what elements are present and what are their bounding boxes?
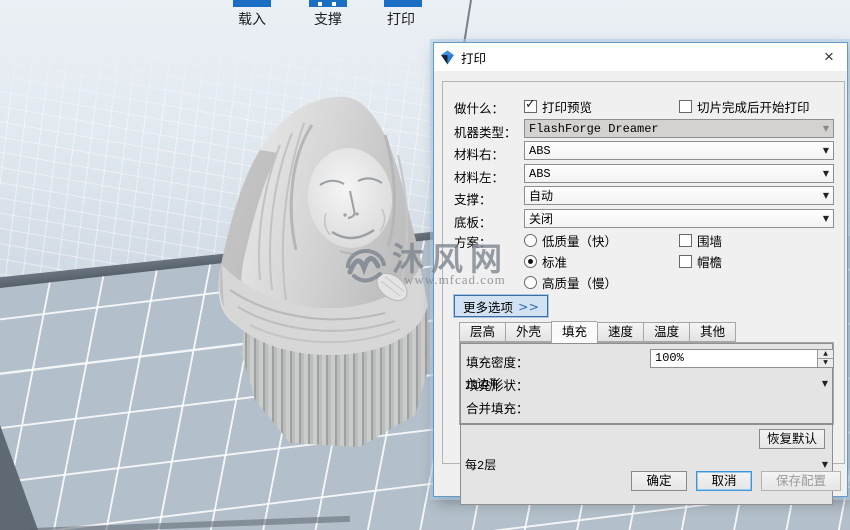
double-chevron-icon: >> — [518, 298, 539, 314]
chevron-down-icon: ▼ — [821, 379, 828, 388]
cancel-button[interactable]: 取消 — [696, 471, 752, 491]
chevron-down-icon: ▼ — [822, 146, 829, 155]
tab-temperature[interactable]: 温度 — [643, 322, 690, 342]
tab-infill[interactable]: 填充 — [551, 321, 598, 343]
flashprint-logo-icon — [441, 50, 454, 64]
supports-icon[interactable] — [309, 0, 347, 7]
scheme-standard-radio[interactable]: 标准 — [524, 252, 567, 271]
ok-button[interactable]: 确定 — [631, 471, 687, 491]
scheme-high-quality-radio[interactable]: 高质量（慢） — [524, 273, 617, 292]
material-right-label: 材料右： — [454, 148, 505, 162]
dialog-titlebar[interactable]: 打印 × — [434, 43, 847, 71]
toolbar: 载入 支撑 打印 — [0, 0, 850, 30]
wall-label: 围墙 — [697, 235, 723, 249]
machine-type-label: 机器类型： — [454, 126, 517, 140]
checkbox-box: ✓ — [524, 97, 537, 113]
tab-shell[interactable]: 外壳 — [505, 322, 552, 342]
chevron-down-icon: ▼ — [822, 214, 829, 223]
settings-tabs: 层高 外壳 填充 速度 温度 其他 — [459, 321, 737, 343]
wall-checkbox[interactable]: ✓ 围墙 — [679, 231, 722, 250]
raft-label: 底板： — [454, 216, 492, 230]
infill-density-label: 填充密度： — [466, 356, 529, 370]
toolbar-item-supports[interactable]: 支撑 — [298, 9, 358, 29]
load-icon[interactable] — [233, 0, 271, 7]
more-options-button[interactable]: 更多选项 >> — [454, 295, 548, 317]
combine-infill-label: 合并填充： — [466, 402, 529, 416]
scheme-high-quality-label: 高质量（慢） — [542, 277, 618, 291]
raft-dropdown[interactable]: 关闭 ▼ — [524, 209, 834, 228]
infill-shape-label: 填充形状： — [466, 379, 529, 393]
checkbox-box: ✓ — [679, 100, 692, 113]
print-dialog: 打印 × 做什么： ✓ 打印预览 ✓ 切片完成后开始打印 机器类型： Flash… — [433, 42, 848, 505]
spinner-up-icon[interactable]: ▲ — [818, 350, 833, 359]
toolbar-item-print[interactable]: 打印 — [371, 9, 431, 29]
toolbar-item-load[interactable]: 载入 — [222, 9, 282, 29]
machine-type-dropdown: FlashForge Dreamer ▼ — [524, 119, 834, 138]
material-right-dropdown[interactable]: ABS ▼ — [524, 141, 834, 160]
tab-layer-height[interactable]: 层高 — [459, 322, 506, 342]
brim-label: 帽檐 — [697, 256, 723, 270]
what-label: 做什么： — [454, 102, 505, 116]
supports-dropdown[interactable]: 自动 ▼ — [524, 186, 834, 205]
material-left-dropdown[interactable]: ABS ▼ — [524, 164, 834, 183]
brim-checkbox[interactable]: ✓ 帽檐 — [679, 252, 722, 271]
chevron-down-icon: ▼ — [821, 460, 828, 469]
model-statue[interactable] — [160, 55, 440, 455]
scheme-low-quality-label: 低质量（快） — [542, 235, 618, 249]
save-config-button[interactable]: 保存配置 — [761, 471, 841, 491]
print-preview-label: 打印预览 — [542, 101, 593, 115]
scheme-label: 方案： — [454, 236, 492, 250]
start-after-slice-checkbox[interactable]: ✓ 切片完成后开始打印 — [679, 97, 810, 116]
scheme-low-quality-radio[interactable]: 低质量（快） — [524, 231, 617, 250]
infill-panel: 填充密度： 100% ▲ ▼ 填充形状： 六边形 ▼ 合并填充： 每2层 ▼ — [459, 342, 834, 505]
tab-speed[interactable]: 速度 — [597, 322, 644, 342]
infill-density-spinbox[interactable]: 100% ▲ ▼ — [650, 349, 834, 368]
print-icon[interactable] — [384, 0, 422, 7]
supports-label: 支撑： — [454, 193, 492, 207]
start-after-slice-label: 切片完成后开始打印 — [697, 101, 810, 115]
scheme-standard-label: 标准 — [542, 256, 568, 270]
dialog-title: 打印 — [461, 51, 487, 66]
restore-defaults-button[interactable]: 恢复默认 — [759, 429, 825, 449]
material-left-label: 材料左： — [454, 171, 505, 185]
chevron-down-icon: ▼ — [822, 124, 829, 133]
print-preview-checkbox[interactable]: ✓ 打印预览 — [524, 97, 592, 116]
tab-other[interactable]: 其他 — [689, 322, 737, 342]
chevron-down-icon: ▼ — [822, 191, 829, 200]
spinner-down-icon[interactable]: ▼ — [818, 359, 833, 367]
chevron-down-icon: ▼ — [822, 169, 829, 178]
close-icon[interactable]: × — [817, 45, 841, 69]
